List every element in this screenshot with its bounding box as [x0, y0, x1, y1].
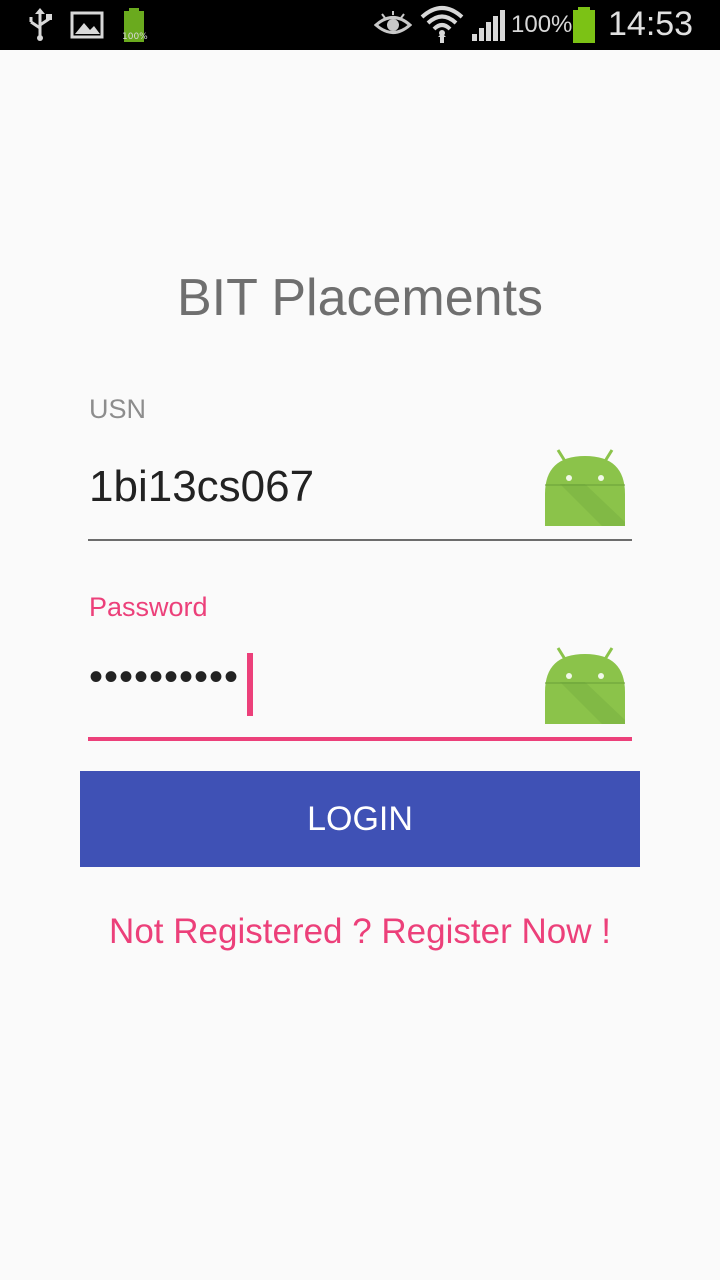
battery-percent: 100%: [511, 11, 573, 38]
usn-field[interactable]: 1bi13cs067: [89, 462, 314, 512]
clock: 14:53: [608, 5, 694, 43]
android-icon: [540, 444, 630, 530]
app-title: BIT Placements: [176, 269, 544, 327]
text-cursor: [247, 653, 253, 716]
password-field[interactable]: ••••••••••: [89, 655, 239, 700]
password-label: Password: [89, 592, 208, 622]
register-link[interactable]: Not Registered ? Register Now !: [0, 912, 720, 952]
battery-small-label: 100%: [122, 32, 148, 42]
usn-underline: [88, 539, 632, 541]
usn-label: USN: [89, 394, 147, 424]
eye-icon: [374, 0, 412, 50]
login-button[interactable]: LOGIN: [80, 771, 640, 867]
battery-icon: 100%: [120, 0, 150, 50]
android-icon: [540, 642, 630, 728]
password-underline: [88, 737, 632, 741]
signal-icon: [470, 0, 506, 50]
battery-icon: [570, 0, 598, 50]
gallery-icon: [70, 0, 104, 50]
wifi-icon: [420, 0, 464, 50]
status-bar: 100% 100% 14:53: [0, 0, 720, 50]
usb-icon: [26, 0, 54, 50]
